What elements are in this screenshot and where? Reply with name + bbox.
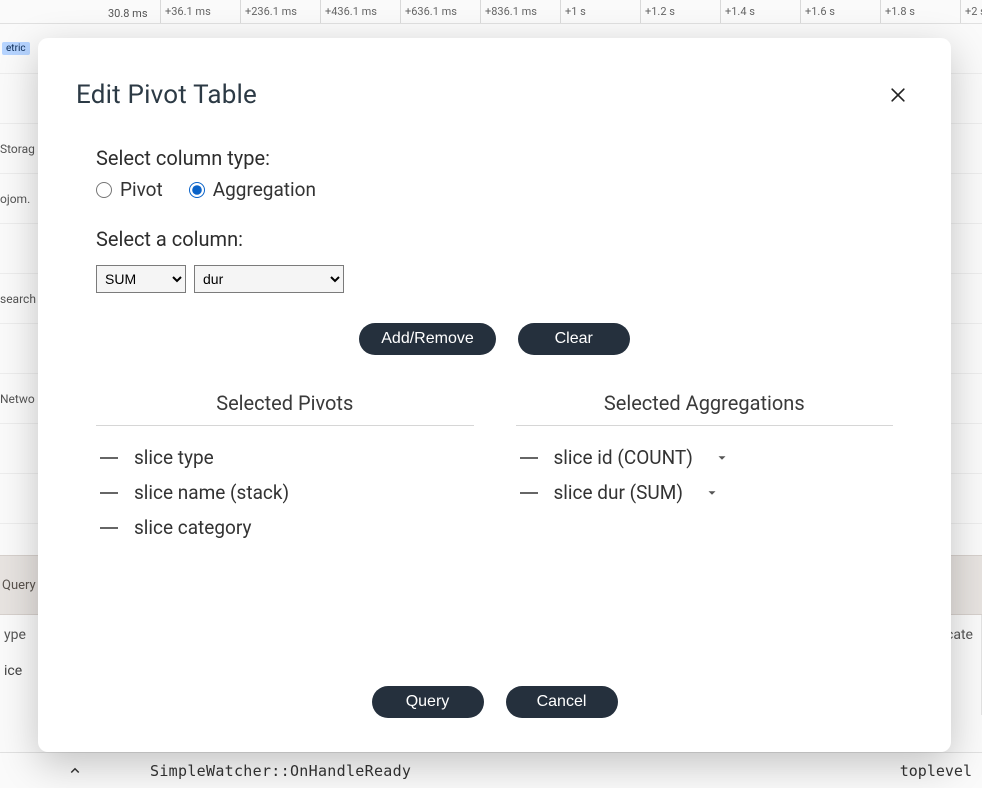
ruler-tick: +1.6 s — [800, 0, 880, 23]
ruler-ticks: +36.1 ms+236.1 ms+436.1 ms+636.1 ms+836.… — [160, 0, 982, 23]
radio-aggregation[interactable]: Aggregation — [189, 178, 316, 201]
aggregation-item-label: slice dur (SUM) — [554, 481, 683, 504]
close-icon[interactable] — [883, 80, 913, 110]
radio-aggregation-label: Aggregation — [213, 178, 316, 201]
ruler-tick: +1.2 s — [640, 0, 720, 23]
chevron-up-icon[interactable] — [0, 762, 150, 780]
table-body-left: ice — [0, 655, 40, 715]
ruler-tick: +2 s — [960, 0, 982, 23]
background-row-label: Storag — [0, 142, 40, 156]
aggregations-list: slice id (COUNT) slice dur (SUM) — [516, 440, 894, 510]
remove-icon[interactable] — [520, 492, 538, 494]
remove-icon[interactable] — [100, 457, 118, 459]
table-header-left: ype — [0, 615, 40, 655]
clear-button[interactable]: Clear — [518, 323, 630, 355]
dropdown-triangle-icon[interactable] — [715, 451, 729, 465]
background-row-label: ojom. — [0, 192, 40, 206]
pivot-item-label: slice name (stack) — [134, 481, 289, 504]
ruler-tick: +1 s — [560, 0, 640, 23]
time-ruler: 30.8 ms +36.1 ms+236.1 ms+436.1 ms+636.1… — [0, 0, 982, 24]
ruler-tick: +636.1 ms — [400, 0, 480, 23]
dropdown-triangle-icon[interactable] — [705, 486, 719, 500]
background-row-label: Netwo — [0, 392, 40, 406]
ruler-tick: +836.1 ms — [480, 0, 560, 23]
selected-aggregations-title: Selected Aggregations — [516, 391, 894, 426]
select-column-label: Select a column: — [96, 227, 893, 251]
selected-aggregations-column: Selected Aggregations slice id (COUNT)sl… — [516, 391, 894, 545]
footer-row: SimpleWatcher::OnHandleReady toplevel — [0, 752, 982, 788]
selected-pivots-title: Selected Pivots — [96, 391, 474, 426]
pivots-list: slice type slice name (stack) slice catego… — [96, 440, 474, 545]
ruler-tick: +436.1 ms — [320, 0, 400, 23]
dialog-title: Edit Pivot Table — [76, 80, 257, 110]
radio-aggregation-input[interactable] — [189, 182, 205, 198]
footer-code-text: SimpleWatcher::OnHandleReady — [150, 762, 411, 780]
pivot-item-label: slice type — [134, 446, 214, 469]
add-remove-button[interactable]: Add/Remove — [359, 323, 496, 355]
background-row-label: search — [0, 292, 40, 306]
remove-icon[interactable] — [520, 457, 538, 459]
metric-chip: etric — [2, 42, 30, 55]
cancel-button[interactable]: Cancel — [506, 686, 618, 718]
pivot-item[interactable]: slice name (stack) — [96, 475, 474, 510]
query-button[interactable]: Query — [372, 686, 484, 718]
edit-pivot-dialog: Edit Pivot Table Select column type: Piv… — [38, 38, 951, 752]
pivot-item[interactable]: slice category — [96, 510, 474, 545]
remove-icon[interactable] — [100, 527, 118, 529]
footer-right-text: toplevel — [900, 762, 972, 780]
radio-pivot-input[interactable] — [96, 182, 112, 198]
radio-pivot-label: Pivot — [120, 178, 163, 201]
aggregation-item[interactable]: slice id (COUNT) — [516, 440, 894, 475]
column-select[interactable]: dur — [194, 265, 344, 293]
ruler-tick: +236.1 ms — [240, 0, 320, 23]
ruler-tick: +1.8 s — [880, 0, 960, 23]
query-band-label: Query — [2, 578, 36, 593]
column-type-label: Select column type: — [96, 146, 893, 170]
aggregation-select[interactable]: SUMCOUNTAVGMINMAX — [96, 265, 186, 293]
aggregation-item[interactable]: slice dur (SUM) — [516, 475, 894, 510]
pivot-item[interactable]: slice type — [96, 440, 474, 475]
pivot-item-label: slice category — [134, 516, 251, 539]
remove-icon[interactable] — [100, 492, 118, 494]
ruler-tick: +1.4 s — [720, 0, 800, 23]
selected-pivots-column: Selected Pivots slice type slice name (st… — [96, 391, 474, 545]
aggregation-item-label: slice id (COUNT) — [554, 446, 693, 469]
radio-pivot[interactable]: Pivot — [96, 178, 163, 201]
ruler-tick: +36.1 ms — [160, 0, 240, 23]
